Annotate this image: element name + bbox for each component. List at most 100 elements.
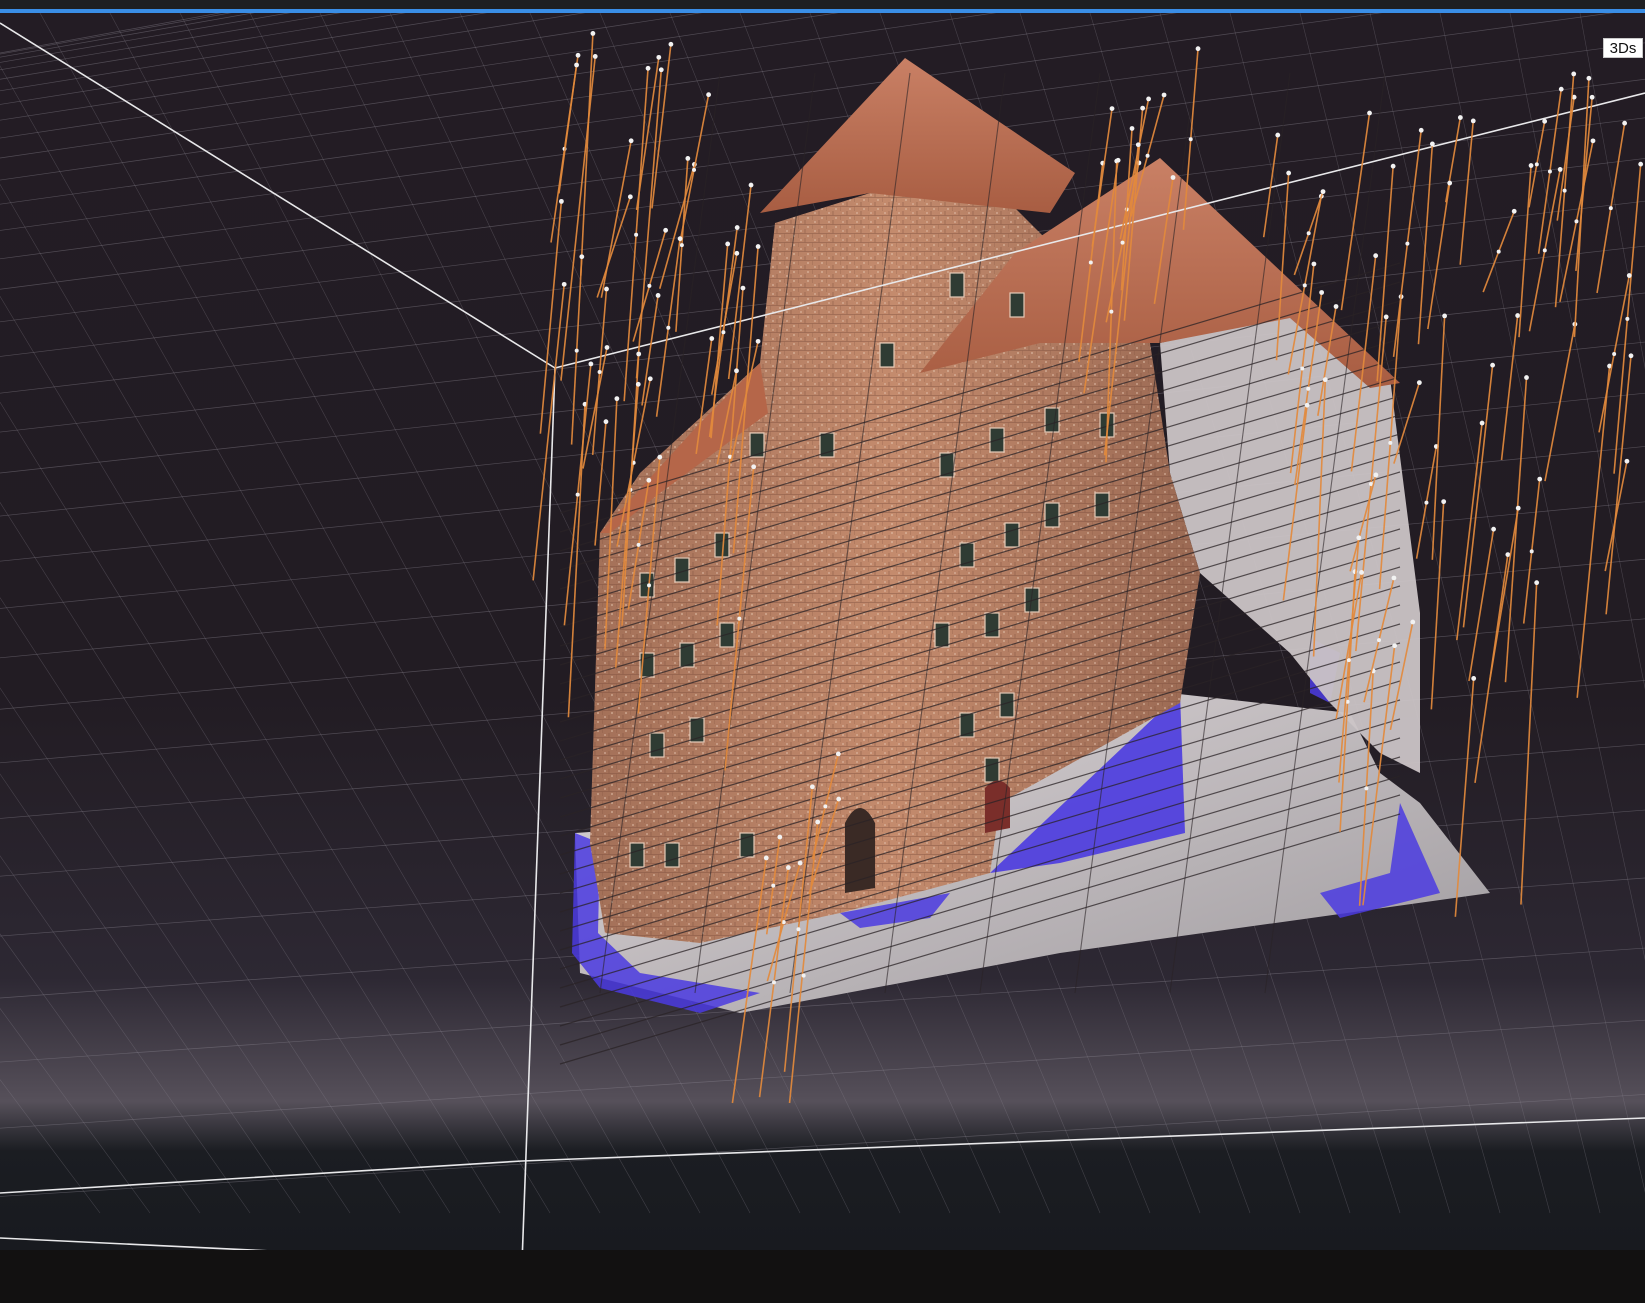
camera-ray <box>635 69 663 379</box>
camera-marker-icon <box>1405 241 1410 246</box>
floor-grid-line <box>0 855 251 1214</box>
camera-marker-icon <box>1161 92 1167 98</box>
camera-marker-icon <box>1515 313 1521 318</box>
camera-marker-icon <box>1145 153 1150 158</box>
window <box>649 732 665 758</box>
camera-ray <box>1456 422 1483 641</box>
camera-marker-icon <box>1320 189 1326 195</box>
3d-viewport[interactable]: 3Ds <box>0 13 1645 1250</box>
camera-marker-icon <box>647 376 653 382</box>
camera-ray <box>1376 166 1394 382</box>
camera-marker-icon <box>725 241 731 247</box>
camera-marker-icon <box>590 31 596 36</box>
camera-marker-icon <box>1376 638 1381 643</box>
camera-marker-icon <box>1574 219 1579 224</box>
camera-marker-icon <box>1586 75 1592 81</box>
camera-marker-icon <box>1626 273 1632 278</box>
camera-marker-icon <box>1333 304 1339 309</box>
camera-marker-icon <box>797 860 803 866</box>
camera-marker-icon <box>627 194 633 200</box>
camera-marker-icon <box>1275 132 1281 138</box>
camera-marker-icon <box>1429 141 1435 147</box>
camera-marker-icon <box>597 369 602 374</box>
camera-marker-icon <box>763 855 769 861</box>
camera-marker-icon <box>1383 314 1389 320</box>
camera-marker-icon <box>1129 126 1135 131</box>
view-mode-label[interactable]: 3Ds <box>1603 38 1643 58</box>
camera-ray <box>1500 315 1519 461</box>
window <box>934 622 950 648</box>
camera-marker-icon <box>1373 253 1379 259</box>
camera-marker-icon <box>1524 375 1529 380</box>
camera-marker-icon <box>1612 351 1617 356</box>
camera-marker-icon <box>1571 71 1577 77</box>
camera-marker-icon <box>656 54 662 60</box>
window <box>1009 292 1025 318</box>
camera-marker-icon <box>1115 157 1121 163</box>
camera-marker-icon <box>1542 248 1547 253</box>
window <box>949 272 965 298</box>
camera-marker-icon <box>561 281 567 287</box>
camera-marker-icon <box>785 865 791 870</box>
floor-grid-line <box>0 13 406 80</box>
camera-marker-icon <box>1416 380 1422 386</box>
camera-marker-icon <box>677 236 683 242</box>
camera-marker-icon <box>1418 127 1424 133</box>
floor-grid-line <box>0 687 351 1214</box>
camera-marker-icon <box>1624 458 1630 464</box>
3d-scene[interactable] <box>0 13 1645 1250</box>
camera-marker-icon <box>1359 570 1364 575</box>
camera-marker-icon <box>635 381 641 387</box>
camera-marker-icon <box>603 419 609 425</box>
floor-grid-line <box>0 1094 1645 1197</box>
camera-marker-icon <box>1322 377 1328 383</box>
camera-marker-icon <box>579 254 585 260</box>
camera-marker-icon <box>645 65 651 71</box>
camera-marker-icon <box>1300 366 1305 371</box>
bbox-edge-bottom <box>0 1117 1645 1194</box>
camera-marker-icon <box>1528 163 1534 168</box>
bbox-edge-vertical <box>521 367 556 1250</box>
camera-marker-icon <box>1140 105 1146 111</box>
camera-ray <box>558 64 578 194</box>
camera-ray <box>1604 461 1628 572</box>
camera-marker-icon <box>604 286 609 292</box>
camera-marker-icon <box>1424 500 1429 505</box>
window <box>1044 502 1060 528</box>
camera-marker-icon <box>1547 169 1552 174</box>
camera-marker-icon <box>1195 46 1201 52</box>
camera-marker-icon <box>1302 283 1307 288</box>
camera-marker-icon <box>1490 362 1496 368</box>
camera-marker-icon <box>706 92 712 98</box>
camera-marker-icon <box>734 225 740 230</box>
camera-marker-icon <box>751 464 757 470</box>
camera-marker-icon <box>771 883 776 888</box>
camera-ray <box>1393 382 1421 464</box>
camera-marker-icon <box>592 54 598 59</box>
camera-marker-icon <box>1410 619 1416 625</box>
camera-marker-icon <box>748 182 754 188</box>
camera-marker-icon <box>1304 402 1310 408</box>
floor-grid-line <box>0 1019 1645 1129</box>
camera-marker-icon <box>1319 290 1325 295</box>
window <box>1044 407 1060 433</box>
camera-marker-icon <box>1628 353 1634 359</box>
camera-marker-icon <box>1346 658 1351 663</box>
camera-marker-icon <box>1529 549 1534 554</box>
scan-mesh <box>572 58 1490 1013</box>
camera-marker-icon <box>1306 386 1311 391</box>
camera-marker-icon <box>709 336 715 341</box>
camera-marker-icon <box>1286 170 1292 176</box>
camera-marker-icon <box>1515 505 1521 511</box>
camera-marker-icon <box>1557 167 1563 172</box>
camera-marker-icon <box>574 62 579 68</box>
camera-marker-icon <box>1441 499 1447 505</box>
camera-marker-icon <box>636 351 642 357</box>
camera-marker-icon <box>1622 120 1628 126</box>
camera-marker-icon <box>1188 137 1193 142</box>
camera-marker-icon <box>1542 118 1548 124</box>
camera-ray <box>1556 97 1575 221</box>
camera-marker-icon <box>737 616 742 621</box>
camera-marker-icon <box>685 155 691 161</box>
floor-grid-line <box>0 501 451 1214</box>
